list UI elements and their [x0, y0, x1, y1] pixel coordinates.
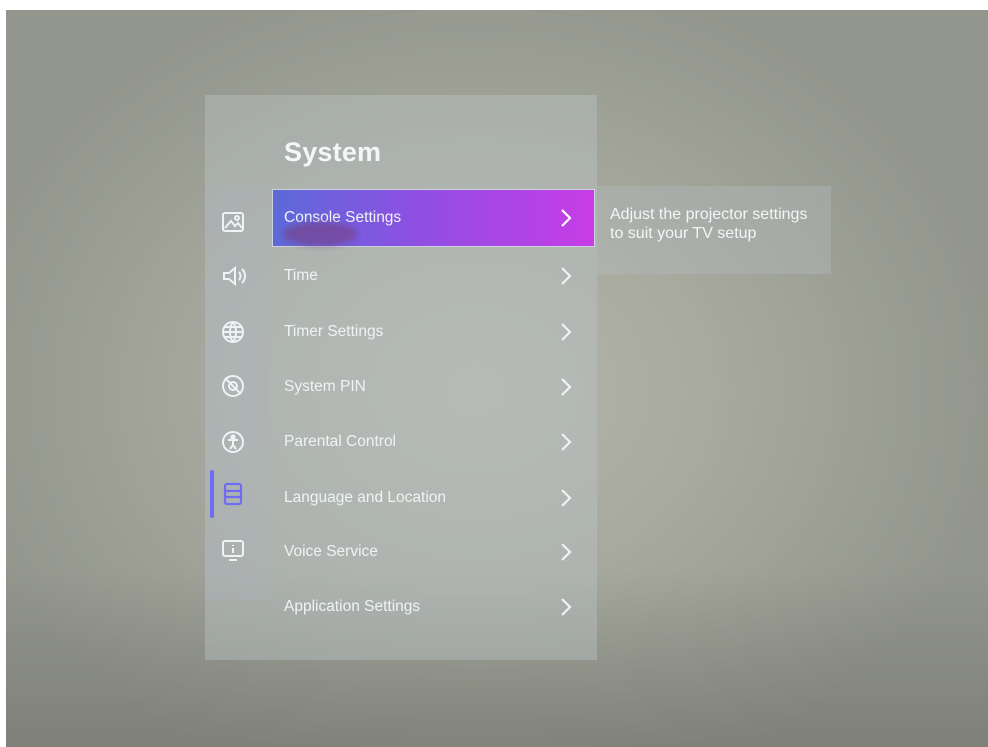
- chevron-right-icon: [561, 598, 572, 616]
- network-globe-icon[interactable]: [219, 318, 247, 346]
- menu-item-timer-settings[interactable]: Timer Settings: [273, 304, 594, 360]
- system-icon[interactable]: [219, 480, 247, 508]
- active-category-indicator: [210, 470, 214, 518]
- chevron-right-icon: [561, 489, 572, 507]
- menu-item-voice-service[interactable]: Voice Service: [273, 524, 594, 580]
- menu-item-label: Parental Control: [284, 433, 397, 450]
- menu-item-application-settings[interactable]: Application Settings: [273, 579, 594, 635]
- menu-item-system-pin[interactable]: System PIN: [273, 359, 594, 415]
- no-disturb-icon[interactable]: [219, 372, 247, 400]
- sound-icon[interactable]: [219, 262, 247, 290]
- picture-icon[interactable]: [219, 208, 247, 236]
- description-text: Adjust the projector settings to suit yo…: [610, 206, 808, 242]
- menu-item-parental-control[interactable]: Parental Control: [273, 414, 594, 470]
- menu-item-time[interactable]: Time: [273, 248, 594, 304]
- chevron-right-icon: [561, 323, 572, 341]
- chevron-right-icon: [561, 209, 572, 227]
- menu-item-label: System PIN: [284, 378, 366, 395]
- menu-item-label: Voice Service: [284, 543, 378, 560]
- chevron-right-icon: [561, 433, 572, 451]
- support-info-icon[interactable]: [219, 536, 247, 564]
- menu-item-label: Time: [284, 267, 318, 284]
- chevron-right-icon: [561, 543, 572, 561]
- chevron-right-icon: [561, 267, 572, 285]
- menu-item-language-and-location[interactable]: Language and Location: [273, 470, 594, 526]
- menu-item-label: Language and Location: [284, 489, 447, 506]
- menu-item-label: Timer Settings: [284, 323, 384, 340]
- finger-obstruction: [283, 222, 357, 246]
- menu-item-label: Application Settings: [284, 598, 421, 615]
- page-title: System: [284, 137, 382, 167]
- chevron-right-icon: [561, 378, 572, 396]
- accessibility-icon[interactable]: [219, 428, 247, 456]
